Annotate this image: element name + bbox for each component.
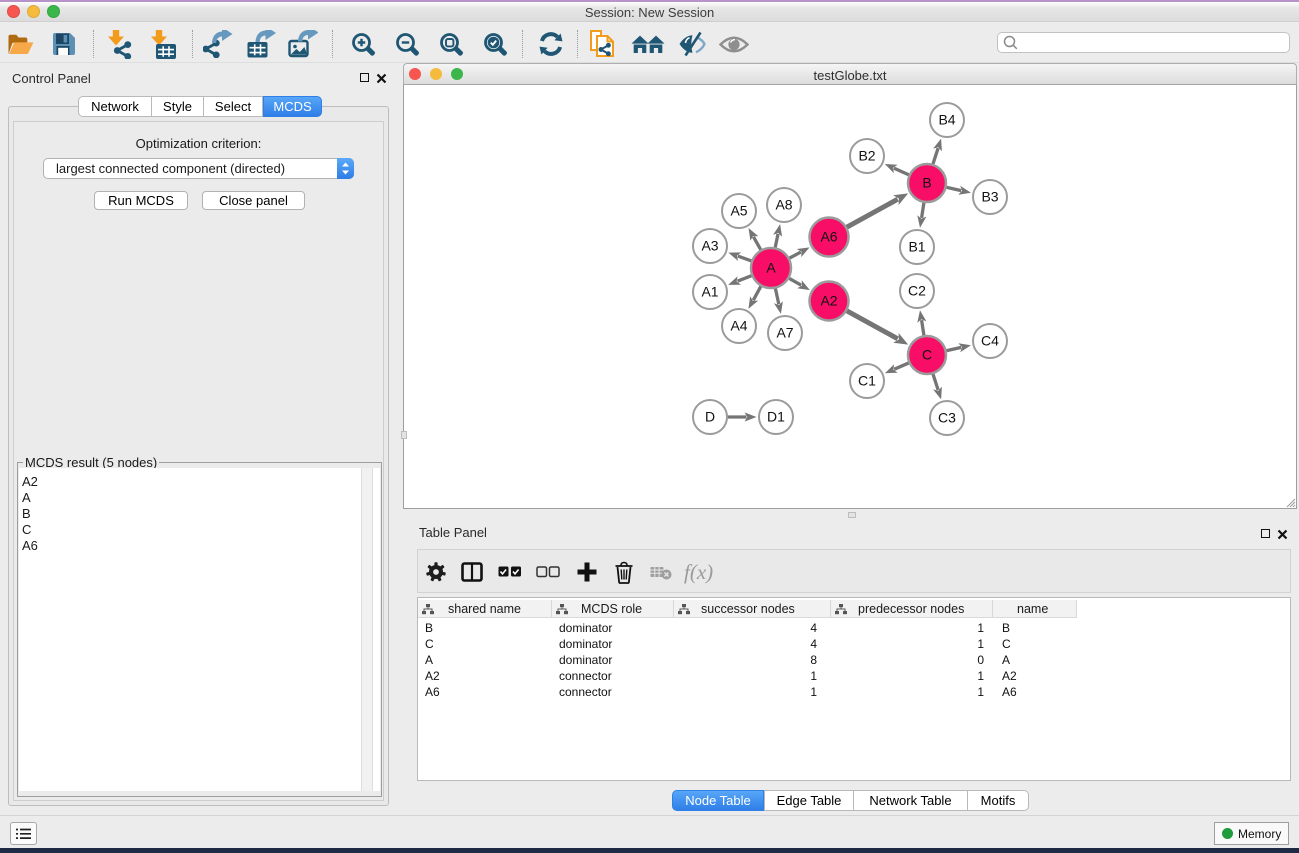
svg-text:D1: D1 [767,409,785,425]
svg-text:C: C [922,347,932,363]
svg-text:A1: A1 [701,284,718,300]
svg-text:D: D [705,409,715,425]
svg-text:C3: C3 [938,410,956,426]
svg-text:A7: A7 [776,325,793,341]
svg-text:A: A [766,260,776,276]
svg-text:C4: C4 [981,333,999,349]
svg-text:A4: A4 [730,318,747,334]
svg-text:A2: A2 [820,293,837,309]
svg-text:B2: B2 [858,148,875,164]
svg-text:B: B [922,175,931,191]
svg-text:A3: A3 [701,238,718,254]
svg-text:C2: C2 [908,283,926,299]
svg-text:A6: A6 [820,229,837,245]
svg-text:B1: B1 [908,239,925,255]
svg-text:B3: B3 [981,189,998,205]
svg-text:A5: A5 [730,203,747,219]
svg-text:A8: A8 [775,197,792,213]
svg-text:C1: C1 [858,373,876,389]
svg-text:B4: B4 [938,112,955,128]
